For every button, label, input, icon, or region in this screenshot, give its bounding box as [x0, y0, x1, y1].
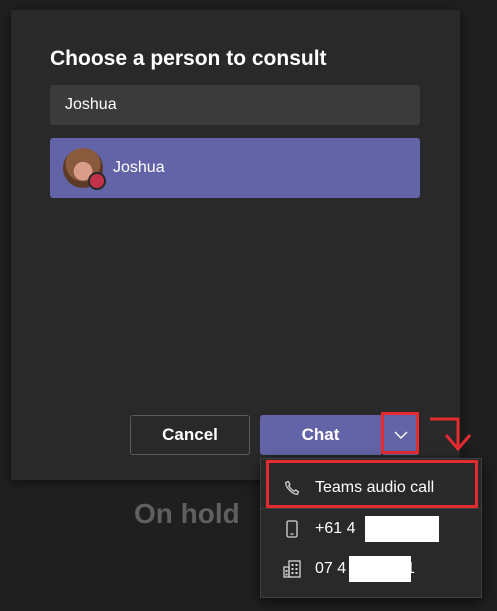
- consult-dialog: Choose a person to consult Joshua Cancel…: [11, 10, 460, 480]
- search-input[interactable]: [65, 96, 405, 114]
- avatar: [63, 148, 106, 190]
- phone-icon: [283, 479, 301, 497]
- search-field[interactable]: [50, 85, 420, 125]
- menu-item-mobile-number[interactable]: +61 43: [261, 509, 481, 549]
- annotation-arrow-icon: [430, 417, 472, 452]
- mobile-phone-icon: [283, 520, 301, 538]
- presence-busy-icon: [88, 172, 106, 190]
- number-start: +61 4: [315, 520, 356, 537]
- dialog-title: Choose a person to consult: [50, 47, 327, 70]
- result-name: Joshua: [113, 159, 165, 176]
- on-hold-label: On hold: [134, 498, 240, 529]
- menu-item-label: +61 43: [315, 516, 439, 542]
- building-icon: [283, 560, 301, 578]
- menu-item-label: 07 41: [315, 556, 415, 582]
- chevron-down-icon: [394, 431, 408, 439]
- number-start: 07 4: [315, 560, 347, 577]
- menu-item-teams-audio-call[interactable]: Teams audio call: [261, 468, 481, 508]
- menu-item-work-number[interactable]: 07 41: [261, 549, 481, 589]
- cancel-button[interactable]: Cancel: [130, 415, 250, 455]
- redaction-box: [365, 516, 439, 542]
- chat-button[interactable]: Chat: [260, 415, 381, 455]
- call-options-menu: Teams audio call +61 43: [260, 458, 482, 598]
- menu-item-label: Teams audio call: [315, 479, 435, 496]
- redaction-box: [349, 556, 411, 582]
- call-options-dropdown-button[interactable]: [383, 415, 419, 455]
- search-result-item[interactable]: Joshua: [50, 138, 420, 198]
